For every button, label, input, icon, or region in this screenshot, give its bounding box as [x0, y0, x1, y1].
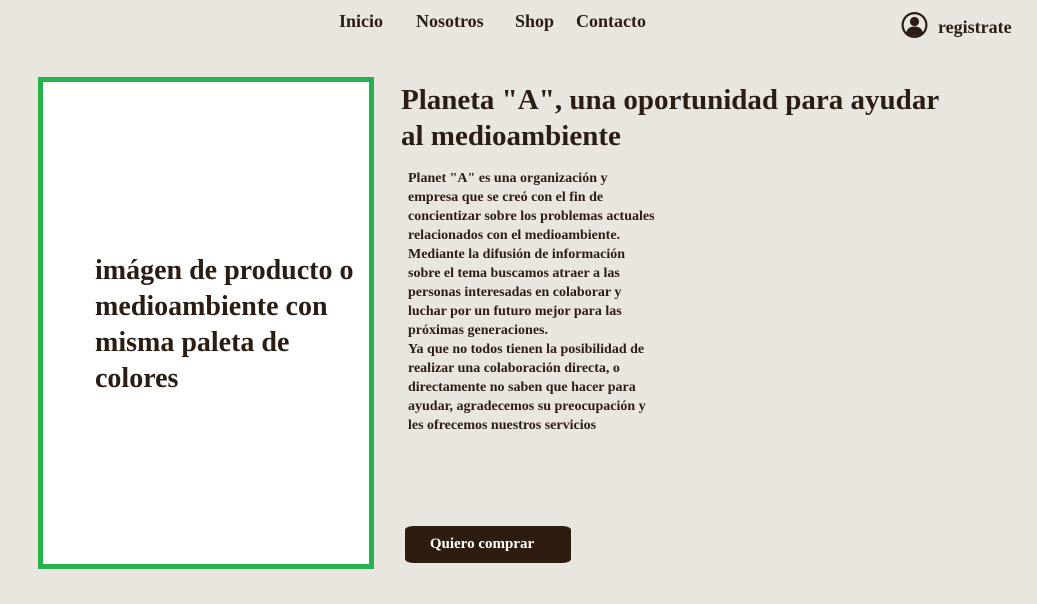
nav-link-nosotros[interactable]: Nosotros: [416, 10, 484, 32]
nav-link-inicio[interactable]: Inicio: [339, 10, 383, 32]
page-title: Planeta "A", una oportunidad para ayudar…: [401, 84, 939, 152]
buy-button[interactable]: Quiero comprar: [405, 526, 571, 563]
register-link[interactable]: registrate: [900, 11, 1012, 39]
register-label: registrate: [938, 17, 1012, 37]
image-placeholder-text: imágen de producto o medioambiente con m…: [95, 255, 354, 394]
user-circle-icon: [900, 11, 929, 39]
nav-link-contacto[interactable]: Contacto: [576, 10, 646, 32]
product-image-placeholder: imágen de producto o medioambiente con m…: [38, 77, 374, 569]
nav-link-shop[interactable]: Shop: [515, 10, 554, 32]
main-nav: Inicio Nosotros Shop Contacto: [0, 10, 1037, 34]
about-description: Planet "A" es una organización y empresa…: [408, 171, 655, 433]
